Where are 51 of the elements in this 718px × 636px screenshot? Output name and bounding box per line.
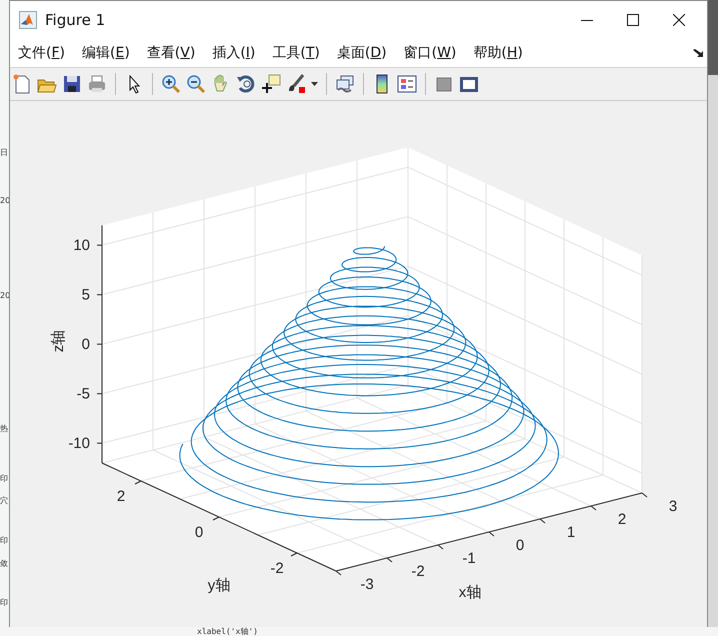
show-plot-tools-icon[interactable] bbox=[459, 74, 479, 94]
window-title: Figure 1 bbox=[45, 11, 106, 29]
tick-label: -3 bbox=[360, 576, 374, 593]
background-text: 日 bbox=[0, 148, 8, 158]
brush-icon[interactable] bbox=[286, 74, 306, 94]
background-text: 印 bbox=[0, 598, 8, 608]
maximize-icon[interactable] bbox=[627, 14, 639, 26]
background-text: 印 bbox=[0, 536, 8, 546]
save-icon[interactable] bbox=[62, 74, 82, 94]
tick-label: 1 bbox=[566, 524, 576, 541]
axis-label: z轴 bbox=[50, 330, 67, 352]
menu-item[interactable]: 工具(T) bbox=[271, 44, 327, 62]
link-icon[interactable] bbox=[335, 74, 355, 94]
tick-label: -2 bbox=[270, 560, 284, 577]
tick-label: 5 bbox=[82, 286, 90, 304]
tick-label: 0 bbox=[194, 524, 204, 541]
data-cursor-icon[interactable] bbox=[261, 74, 281, 94]
caret-icon[interactable] bbox=[311, 82, 318, 86]
close-icon[interactable] bbox=[673, 14, 685, 26]
tick-label: 2 bbox=[116, 488, 126, 505]
menu-item[interactable]: 帮助(H) bbox=[472, 44, 530, 62]
tick-label: -1 bbox=[462, 550, 476, 567]
background-text: 敛 bbox=[0, 559, 8, 569]
tick-label: 0 bbox=[82, 336, 90, 354]
print-icon[interactable] bbox=[87, 74, 107, 94]
menu-item[interactable]: 窗口(W) bbox=[402, 44, 464, 62]
tick-label: 2 bbox=[618, 511, 626, 528]
legend-icon[interactable] bbox=[397, 74, 417, 94]
background-text: 印 bbox=[0, 474, 8, 484]
background-text: 热 bbox=[0, 424, 8, 434]
zoom-out-icon[interactable] bbox=[186, 74, 206, 94]
axis-label: y轴 bbox=[208, 577, 230, 594]
tick-label: -5 bbox=[76, 386, 90, 403]
tick-label: -2 bbox=[411, 563, 425, 580]
menu-item[interactable]: 桌面(D) bbox=[336, 44, 394, 62]
tick-label: -10 bbox=[68, 435, 90, 452]
tick-label: 0 bbox=[516, 537, 524, 554]
tick-label: 10 bbox=[73, 237, 90, 254]
new-file-icon[interactable] bbox=[12, 74, 32, 94]
tick-label: 3 bbox=[668, 498, 678, 515]
dock-arrow-icon[interactable] bbox=[693, 48, 703, 58]
menu-item[interactable]: 编辑(E) bbox=[81, 44, 137, 62]
background-text: 穴 bbox=[0, 496, 8, 506]
matlab-logo-icon bbox=[19, 11, 37, 29]
menu-item[interactable]: 插入(I) bbox=[211, 44, 262, 62]
rotate-icon[interactable] bbox=[236, 74, 256, 94]
axis-label: x轴 bbox=[458, 584, 482, 601]
menu-item[interactable]: 查看(V) bbox=[146, 44, 202, 62]
zoom-in-icon[interactable] bbox=[161, 74, 181, 94]
menu-item[interactable]: 文件(F) bbox=[17, 44, 72, 62]
code-line: xlabel('x轴') bbox=[197, 627, 258, 636]
